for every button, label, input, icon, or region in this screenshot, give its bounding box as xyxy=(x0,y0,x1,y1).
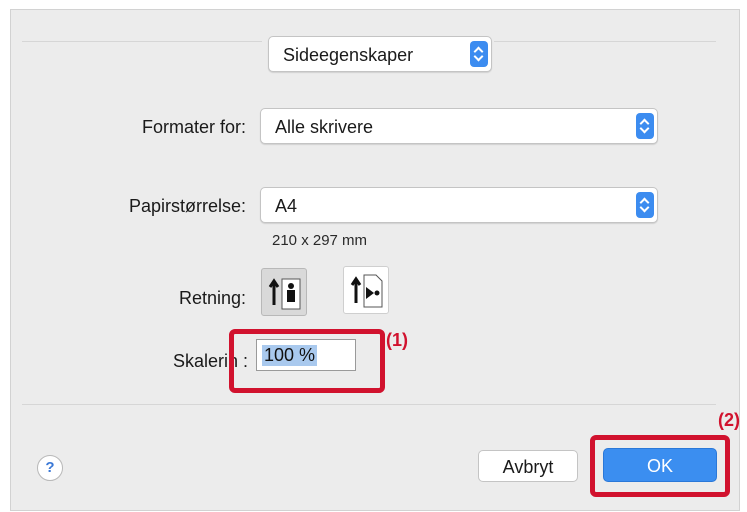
paper-size-value: A4 xyxy=(275,196,298,216)
cancel-button[interactable]: Avbryt xyxy=(478,450,578,482)
settings-popup[interactable]: Sideegenskaper xyxy=(268,36,492,72)
separator-top-left xyxy=(22,41,262,42)
format-for-value: Alle skrivere xyxy=(275,117,374,137)
orientation-label: Retning: xyxy=(178,288,246,308)
paper-dimensions: 210 x 297 mm xyxy=(272,232,368,249)
settings-popup-value: Sideegenskaper xyxy=(283,45,414,65)
chevron-updown-icon xyxy=(636,192,654,218)
highlight-ok xyxy=(590,435,730,497)
help-button[interactable]: ? xyxy=(37,455,63,481)
portrait-orientation-icon xyxy=(268,278,301,310)
callout-1: (1) xyxy=(386,330,408,350)
paper-size-popup[interactable]: A4 xyxy=(260,187,658,223)
separator-top-right xyxy=(494,41,716,42)
landscape-orientation-icon xyxy=(350,274,383,308)
format-for-label: Formater for: xyxy=(141,117,246,137)
callout-2: (2) xyxy=(718,410,740,430)
format-for-popup[interactable]: Alle skrivere xyxy=(260,108,658,144)
paper-size-label: Papirstørrelse: xyxy=(128,196,246,216)
chevron-updown-icon xyxy=(470,41,488,67)
orientation-portrait-button[interactable] xyxy=(261,268,307,316)
orientation-landscape-button[interactable] xyxy=(343,266,389,314)
chevron-updown-icon xyxy=(636,113,654,139)
highlight-scaling xyxy=(229,329,385,393)
separator-bottom xyxy=(22,404,716,405)
